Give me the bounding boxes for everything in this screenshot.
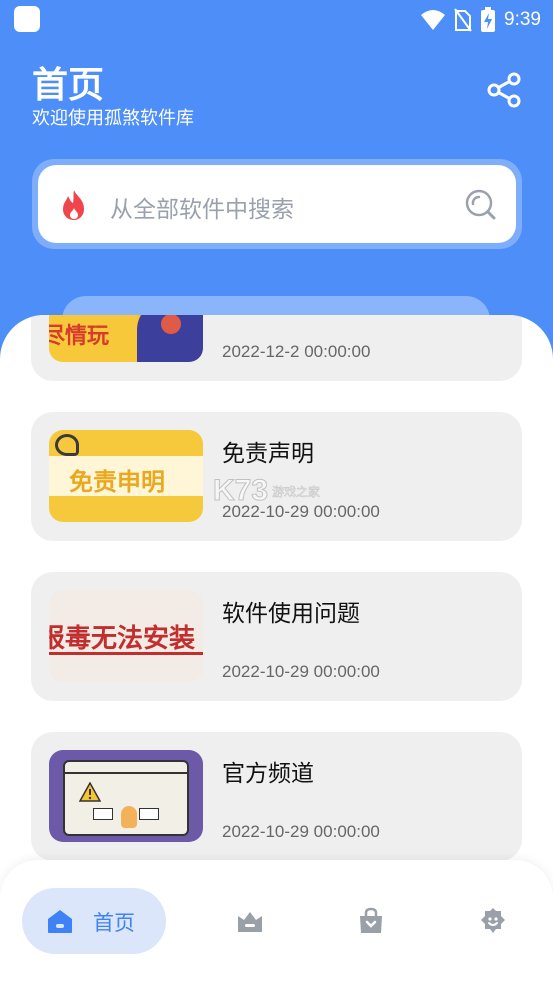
notification-app-icon <box>14 6 40 32</box>
wifi-icon <box>421 10 446 30</box>
watermark-brand: K73 <box>212 474 269 508</box>
thumbnail-caption: 免责申明 <box>69 468 165 496</box>
bag-icon[interactable] <box>357 907 385 935</box>
list-item[interactable]: 尽情玩 2022-12-2 00:00:00 <box>31 315 522 381</box>
search-placeholder[interactable]: 从全部软件中搜索 <box>110 190 294 224</box>
list-item[interactable]: 官方频道 2022-10-29 00:00:00 <box>31 732 522 861</box>
warning-icon <box>79 782 101 802</box>
no-sim-icon <box>454 8 472 32</box>
thumbnail-caption: 尽情玩 <box>49 324 110 349</box>
search-icon[interactable] <box>463 187 497 221</box>
status-indicators: 9:39 <box>420 6 541 34</box>
list-item[interactable]: 报毒无法安装 软件使用问题 2022-10-29 00:00:00 <box>31 572 522 701</box>
watermark-logo: K73 游戏之家 <box>212 473 321 509</box>
fire-icon <box>63 190 84 220</box>
watermark-tagline: 游戏之家 <box>272 484 321 499</box>
status-time: 9:39 <box>504 9 541 30</box>
article-date: 2022-10-29 00:00:00 <box>222 822 380 841</box>
article-date: 2022-12-2 00:00:00 <box>222 342 371 361</box>
article-thumbnail <box>49 750 203 842</box>
home-icon[interactable] <box>46 907 74 935</box>
thumbnail-caption: 报毒无法安装 <box>49 624 196 654</box>
battery-charging-icon <box>481 7 496 32</box>
article-title: 官方频道 <box>222 761 314 787</box>
article-title: 软件使用问题 <box>222 601 360 627</box>
article-thumbnail: 报毒无法安装 <box>49 590 203 682</box>
share-icon[interactable] <box>486 72 522 108</box>
article-thumbnail: 免责申明 <box>49 430 203 522</box>
status-bar: 9:39 <box>0 0 553 40</box>
page-subtitle: 欢迎使用孤煞软件库 <box>32 108 194 129</box>
profile-icon[interactable] <box>479 907 507 935</box>
article-title: 免责声明 <box>222 441 314 467</box>
article-date: 2022-10-29 00:00:00 <box>222 662 380 681</box>
article-thumbnail: 尽情玩 <box>49 315 203 362</box>
crown-icon[interactable] <box>236 907 264 935</box>
page-title: 首页 <box>32 65 105 106</box>
nav-item-home-label[interactable]: 首页 <box>93 907 135 937</box>
